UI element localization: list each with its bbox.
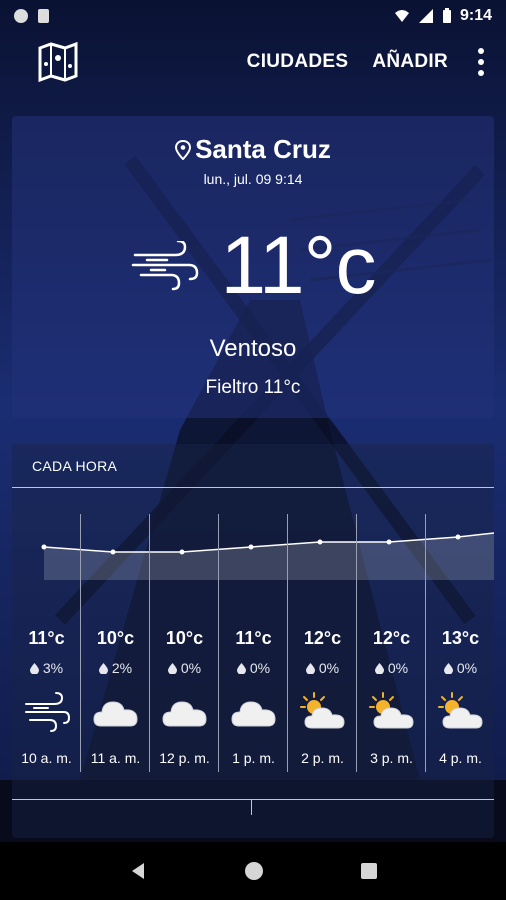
hour-column: 13°c 0% 4 p. m. [426, 514, 495, 772]
feels-like: Fieltro 11°c [205, 377, 301, 398]
hour-precipitation: 0% [426, 660, 495, 676]
hourly-forecast-card: CADA HORA 11°c 3% 10 a. m. 10°c 2% 11 a. m. 10… [12, 444, 494, 838]
location-pin-icon [175, 139, 192, 160]
raindrop-icon [236, 663, 246, 675]
precip-value: 0% [456, 660, 478, 676]
hour-time: 4 p. m. [439, 750, 482, 766]
raindrop-icon [98, 663, 108, 675]
raindrop-icon [374, 663, 384, 675]
location-row: Santa Cruz [12, 134, 494, 165]
precip-value: 2% [111, 660, 133, 676]
cloud-icon [231, 692, 277, 732]
partly-cloudy-icon [300, 692, 346, 732]
raindrop-icon [29, 663, 39, 675]
status-bar: 9:14 [0, 0, 506, 32]
wind-icon [131, 241, 198, 291]
navigation-bar [0, 842, 506, 900]
current-weather-card: Santa Cruz lun., jul. 09 9:14 11°c Vento… [12, 116, 494, 418]
cloud-icon [162, 692, 208, 732]
add-button[interactable]: AÑADIR [372, 51, 448, 73]
hour-temperature: 11°c [235, 628, 272, 648]
current-datetime: lun., jul. 09 9:14 [203, 171, 303, 187]
recents-icon[interactable] [360, 862, 378, 880]
divider [12, 487, 494, 488]
hour-precipitation: 0% [150, 660, 219, 676]
cities-button[interactable]: CIUDADES [247, 51, 349, 73]
partly-cloudy-icon [438, 692, 484, 732]
hour-column: 11°c 0% 1 p. m. [219, 514, 288, 772]
sim-card-icon [38, 9, 49, 23]
hourly-scroller[interactable]: 11°c 3% 10 a. m. 10°c 2% 11 a. m. 10°c 0% 12 p. … [12, 514, 494, 772]
current-temperature-row: 11°c [12, 225, 494, 307]
raindrop-icon [167, 663, 177, 675]
wifi-icon [394, 10, 409, 22]
city-name[interactable]: Santa Cruz [195, 134, 331, 165]
hour-temperature: 10°c [165, 628, 204, 648]
hour-column: 12°c 0% 3 p. m. [357, 514, 426, 772]
hour-precipitation: 3% [12, 660, 81, 676]
current-condition: Ventoso [209, 335, 297, 362]
hour-temperature: 10°c [96, 628, 135, 648]
status-time: 9:14 [459, 7, 492, 24]
hour-precipitation: 2% [81, 660, 150, 676]
hour-temperature: 13°c [441, 628, 480, 648]
divider [12, 799, 494, 800]
divider-tick [251, 799, 252, 815]
hour-column: 11°c 3% 10 a. m. [12, 514, 81, 772]
current-temperature: 11°c [220, 220, 377, 311]
hour-precipitation: 0% [357, 660, 426, 676]
hour-time: 1 p. m. [232, 750, 275, 766]
hour-column: 12°c 0% 2 p. m. [288, 514, 357, 772]
hour-temperature: 12°c [372, 628, 411, 648]
precip-value: 3% [42, 660, 64, 676]
hour-column: 10°c 2% 11 a. m. [81, 514, 150, 772]
partly-cloudy-icon [369, 692, 415, 732]
precip-value: 0% [387, 660, 409, 676]
signal-icon [418, 9, 433, 23]
hour-precipitation: 0% [288, 660, 357, 676]
cloud-icon [93, 692, 139, 732]
hourly-title: CADA HORA [32, 458, 118, 474]
hour-time: 3 p. m. [370, 750, 413, 766]
precip-value: 0% [249, 660, 271, 676]
hour-time: 12 p. m. [159, 750, 210, 766]
back-icon[interactable] [128, 861, 148, 881]
hour-time: 11 a. m. [90, 750, 141, 766]
raindrop-icon [305, 663, 315, 675]
hour-time: 10 a. m. [21, 750, 72, 766]
home-icon[interactable] [243, 860, 265, 882]
precip-value: 0% [180, 660, 202, 676]
more-options-icon[interactable] [472, 44, 490, 80]
raindrop-icon [443, 663, 453, 675]
precip-value: 0% [318, 660, 340, 676]
hour-temperature: 12°c [303, 628, 342, 648]
notification-dot-icon [14, 9, 28, 23]
hour-column: 10°c 0% 12 p. m. [150, 514, 219, 772]
hour-temperature: 11°c [28, 628, 65, 648]
wind-icon [24, 692, 71, 732]
hour-precipitation: 0% [219, 660, 288, 676]
battery-icon [442, 8, 451, 23]
hour-time: 2 p. m. [301, 750, 344, 766]
toolbar: CIUDADES AÑADIR [0, 36, 506, 88]
map-icon[interactable] [36, 40, 80, 84]
